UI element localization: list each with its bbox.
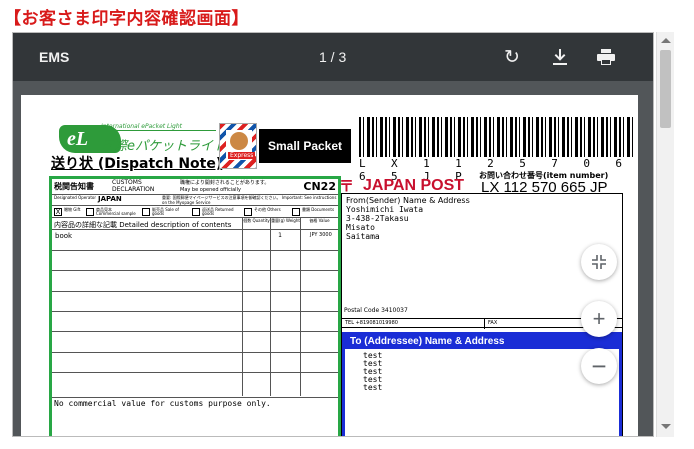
commercial-sample-label: 商品見本 Commercial sample xyxy=(96,207,136,216)
fit-to-page-button[interactable] xyxy=(581,244,617,280)
scroll-up-icon[interactable] xyxy=(661,38,671,43)
viewer-toolbar: EMS 1 / 3 ↻ xyxy=(13,33,653,81)
cn22-code: CN22 xyxy=(303,180,336,193)
quantity-header: 個数 Quantity xyxy=(242,218,270,230)
detail-header: 内容品の詳細な記載 Detailed description of conten… xyxy=(54,221,232,229)
documents-checkbox xyxy=(292,208,300,216)
contents-table: book 1 JPY 3000 xyxy=(52,230,338,396)
zoom-in-button[interactable]: + xyxy=(581,301,617,337)
sale-of-goods-checkbox xyxy=(142,208,150,216)
express-mail-icon: Express xyxy=(219,123,257,169)
cn22-declaration-label: DECLARATION xyxy=(112,186,155,193)
pdf-viewer: EMS 1 / 3 ↻ eL International ePacket Lig… xyxy=(12,32,654,437)
small-packet-badge: Small Packet xyxy=(259,129,351,163)
scroll-down-icon[interactable] xyxy=(661,424,671,429)
fit-to-page-icon xyxy=(592,255,606,269)
cn22-official-note-en: May be opened officially xyxy=(180,187,241,193)
addressee-box: To (Addressee) Name & Address test test … xyxy=(342,332,622,436)
important-note: 重要: 国際郵便マイページサービスの注意事項を御確認ください。 Importan… xyxy=(162,195,337,205)
sender-line: 3-438-2Takasu xyxy=(346,214,409,223)
others-checkbox xyxy=(244,208,252,216)
zoom-out-button[interactable]: − xyxy=(581,348,617,384)
sender-fax: FAX xyxy=(488,320,498,326)
item-value: JPY 3000 xyxy=(310,232,332,238)
sale-of-goods-label: 販売品 Sale of goods xyxy=(152,207,179,216)
sender-postal-code: Postal Code 3410037 xyxy=(344,307,408,314)
category-checkboxes: X 贈物 Gift 商品見本 Commercial sample 販売品 Sal… xyxy=(52,206,338,218)
sender-line: Yoshimichi Iwata xyxy=(346,205,424,214)
tracking-barcode xyxy=(359,117,633,157)
designated-operator-label: Designated Operator xyxy=(54,195,97,200)
sender-tel: TEL +819081019980 xyxy=(345,320,398,326)
sender-line: Misato xyxy=(346,223,375,232)
page-heading: 【お客さま印字内容確認画面】 xyxy=(4,9,249,29)
download-button[interactable] xyxy=(545,43,575,71)
print-icon xyxy=(597,49,615,65)
others-label: その他 Others xyxy=(254,207,281,212)
epacket-jp-name: 国際eパケットライト xyxy=(101,139,226,154)
commercial-sample-checkbox xyxy=(86,208,94,216)
value-header: 価格 Value xyxy=(300,218,338,230)
weight-header: 重量(g) Weight xyxy=(270,218,300,230)
returned-goods-checkbox xyxy=(192,208,200,216)
rotate-icon: ↻ xyxy=(504,46,520,68)
dispatch-note-title: 送り状 (Dispatch Note) xyxy=(51,156,223,172)
item-description: book xyxy=(55,232,73,240)
item-quantity: 1 xyxy=(278,232,282,239)
globe-icon xyxy=(230,132,248,150)
cn22-official-note-jp: 職権により開封されることがあります。 xyxy=(180,180,270,186)
documents-label: 書類 Documents xyxy=(302,207,335,212)
print-button[interactable] xyxy=(591,43,621,71)
epacket-brand: International ePacket Light xyxy=(101,123,216,131)
sender-line: Saitama xyxy=(346,232,380,241)
operator-country: JAPAN xyxy=(98,195,122,203)
returned-goods-label: 返送品 Returned goods xyxy=(202,207,234,216)
addressee-line: test xyxy=(363,383,383,392)
vertical-scrollbar[interactable] xyxy=(656,32,674,437)
pdf-page: eL International ePacket Light 国際eパケットライ… xyxy=(21,95,638,436)
gift-checkbox: X xyxy=(54,208,62,216)
page-indicator: 1 / 3 xyxy=(319,49,347,65)
cn22-title-jp: 税関告知書 xyxy=(54,182,94,191)
rotate-button[interactable]: ↻ xyxy=(497,43,527,71)
cn22-customs-label: CUSTOMS xyxy=(112,179,142,186)
download-icon xyxy=(553,49,567,65)
scrollbar-thumb[interactable] xyxy=(660,50,671,128)
cn22-customs-declaration: 税関告知書 CUSTOMS DECLARATION 職権により開封されることがあ… xyxy=(49,176,341,436)
no-commercial-value-note: No commercial value for customs purpose … xyxy=(54,399,271,408)
sender-header: From(Sender) Name & Address xyxy=(346,196,470,205)
addressee-header: To (Addressee) Name & Address xyxy=(345,335,619,349)
express-badge: Express xyxy=(228,152,256,159)
document-title: EMS xyxy=(39,49,70,65)
gift-label: 贈物 Gift xyxy=(64,207,81,212)
